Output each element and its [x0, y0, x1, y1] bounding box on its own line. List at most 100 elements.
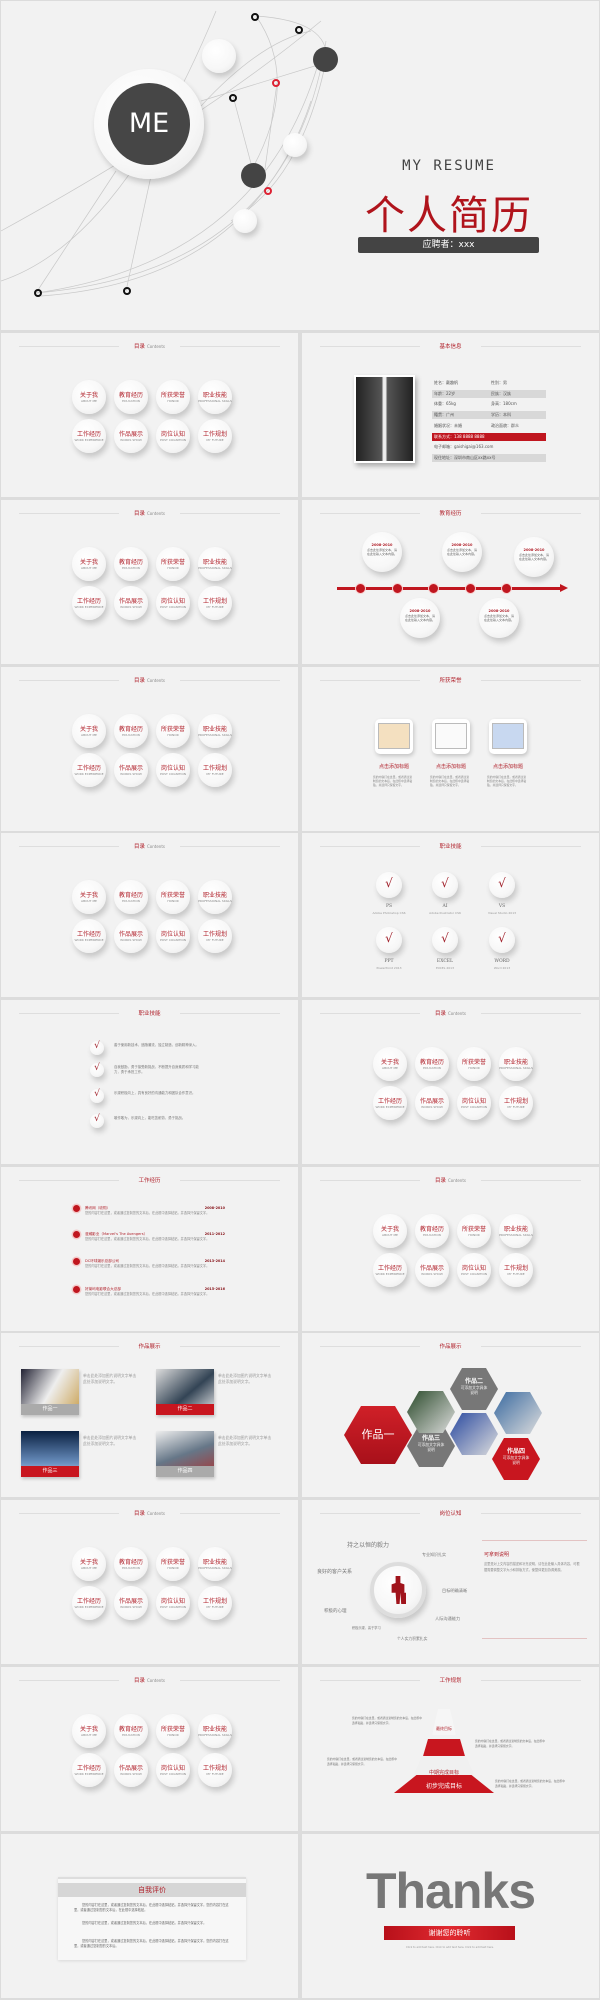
certificate-image[interactable]: [489, 719, 527, 754]
slide-contents[interactable]: 目录 Contents 关于我 ABOUT ME 教育经历 EDUCATION 所获荣誉 H…: [1, 333, 298, 497]
education-item[interactable]: 2008-2010 点击此处添加文本，请在此处输入文本内容。: [442, 532, 482, 572]
slide-contents[interactable]: 目录 Contents 关于我 ABOUT ME 教育经历 EDUCATION 所获荣誉 H…: [302, 1167, 599, 1331]
slide-contents[interactable]: 目录 Contents 关于我 ABOUT ME 教育经历 EDUCATION 所获荣誉 H…: [1, 500, 298, 664]
contents-item-2[interactable]: 教育经历 EDUCATION: [114, 1714, 148, 1748]
contents-item-3[interactable]: 所获荣誉 HONOR: [156, 1547, 190, 1581]
hex-photo[interactable]: [407, 1391, 455, 1433]
contents-item-7[interactable]: 岗位认知 POST COGNITION: [156, 586, 190, 620]
contents-item-5[interactable]: 工作经历 WORK EXPERIENCE: [72, 1753, 106, 1787]
checklist-item[interactable]: √: [90, 1041, 104, 1055]
contents-item-7[interactable]: 岗位认知 POST COGNITION: [156, 419, 190, 453]
contents-item-4[interactable]: 职业技能 PROFESSIONAL SKILLS: [198, 880, 232, 914]
contents-item-4[interactable]: 职业技能 PROFESSIONAL SKILLS: [499, 1047, 533, 1081]
contents-item-2[interactable]: 教育经历 EDUCATION: [114, 380, 148, 414]
slide-self-evaluation[interactable]: 自我评价 您的内容打在这里，或者通过复制您的文本后，在此框中选择粘贴，并选择只保留…: [1, 1834, 298, 1998]
contents-item-2[interactable]: 教育经历 EDUCATION: [114, 880, 148, 914]
contents-item-6[interactable]: 作品展示 WORKS SHOW: [415, 1253, 449, 1287]
contents-item-4[interactable]: 职业技能 PROFESSIONAL SKILLS: [499, 1214, 533, 1248]
contents-item-3[interactable]: 所获荣誉 HONOR: [156, 1714, 190, 1748]
contents-item-8[interactable]: 工作规划 MY FUTURE: [198, 1753, 232, 1787]
contents-item-5[interactable]: 工作经历 WORK EXPERIENCE: [373, 1086, 407, 1120]
contents-item-6[interactable]: 作品展示 WORKS SHOW: [114, 919, 148, 953]
contents-item-1[interactable]: 关于我 ABOUT ME: [72, 1547, 106, 1581]
timeline-dot[interactable]: [355, 583, 366, 594]
checklist-item[interactable]: √: [90, 1089, 104, 1103]
hex-item[interactable]: 作品四 可添加文字具体说明: [492, 1438, 540, 1480]
contents-item-3[interactable]: 所获荣誉 HONOR: [156, 380, 190, 414]
timeline-dot[interactable]: [465, 583, 476, 594]
slide-works-hex[interactable]: 作品展示 作品一 作品二 可添加文字具体说明 作品三 可添加文字具体说明 作品四 可添加文字具…: [302, 1333, 599, 1497]
hex-item[interactable]: 作品二 可添加文字具体说明: [450, 1368, 498, 1410]
contents-item-1[interactable]: 关于我 ABOUT ME: [72, 380, 106, 414]
work-image[interactable]: 作品三: [21, 1431, 79, 1477]
skill-badge[interactable]: √: [489, 872, 515, 898]
contents-item-5[interactable]: 工作经历 WORK EXPERIENCE: [373, 1253, 407, 1287]
checklist-item[interactable]: √: [90, 1114, 104, 1128]
slide-contents[interactable]: 目录 Contents 关于我 ABOUT ME 教育经历 EDUCATION 所获荣誉 H…: [302, 1000, 599, 1164]
contents-item-8[interactable]: 工作规划 MY FUTURE: [198, 419, 232, 453]
contents-item-5[interactable]: 工作经历 WORK EXPERIENCE: [72, 919, 106, 953]
pyramid-level-4[interactable]: 最终目标: [432, 1709, 456, 1735]
contents-item-6[interactable]: 作品展示 WORKS SHOW: [114, 1586, 148, 1620]
slide-post-cognition[interactable]: 岗位认知 持之以恒的毅力 良好的客户关系 专业知识扎实 目标明确清晰 积极的心理 积极乐观、…: [302, 1500, 599, 1664]
contents-item-4[interactable]: 职业技能 PROFESSIONAL SKILLS: [198, 714, 232, 748]
slide-basic-info[interactable]: 基本信息 姓名：戴趣帆 性别：男 年龄：22岁 民族：汉族 体重：65kg 身高：180cm…: [302, 333, 599, 497]
contents-item-4[interactable]: 职业技能 PROFESSIONAL SKILLS: [198, 380, 232, 414]
timeline-dot[interactable]: [501, 583, 512, 594]
contents-item-8[interactable]: 工作规划 MY FUTURE: [198, 919, 232, 953]
contents-item-7[interactable]: 岗位认知 POST COGNITION: [457, 1253, 491, 1287]
contents-item-4[interactable]: 职业技能 PROFESSIONAL SKILLS: [198, 547, 232, 581]
skill-badge[interactable]: √: [489, 927, 515, 953]
skill-badge[interactable]: √: [432, 927, 458, 953]
slide-works[interactable]: 作品展示 作品一 单击此处添加图片说明文字单击此处添加说明文字。 作品二 单击此处添加图…: [1, 1333, 298, 1497]
contents-item-7[interactable]: 岗位认知 POST COGNITION: [156, 753, 190, 787]
education-item[interactable]: 2008-2010 点击此处添加文本，请在此处输入文本内容。: [400, 598, 440, 638]
contents-item-5[interactable]: 工作经历 WORK EXPERIENCE: [72, 1586, 106, 1620]
contents-item-3[interactable]: 所获荣誉 HONOR: [156, 880, 190, 914]
skill-badge[interactable]: √: [432, 872, 458, 898]
contents-item-3[interactable]: 所获荣誉 HONOR: [457, 1047, 491, 1081]
pyramid-level-1[interactable]: 初步完成目标: [394, 1775, 494, 1793]
contents-item-5[interactable]: 工作经历 WORK EXPERIENCE: [72, 753, 106, 787]
hex-photo[interactable]: [450, 1413, 498, 1455]
contents-item-1[interactable]: 关于我 ABOUT ME: [72, 1714, 106, 1748]
hex-main[interactable]: 作品一: [344, 1406, 412, 1464]
education-item[interactable]: 2008-2010 点击此处添加文本，请在此处输入文本内容。: [479, 598, 519, 638]
contents-item-6[interactable]: 作品展示 WORKS SHOW: [415, 1086, 449, 1120]
skill-badge[interactable]: √: [376, 872, 402, 898]
work-image[interactable]: 作品四: [156, 1431, 214, 1477]
contents-item-6[interactable]: 作品展示 WORKS SHOW: [114, 419, 148, 453]
contents-item-3[interactable]: 所获荣誉 HONOR: [156, 547, 190, 581]
contents-item-1[interactable]: 关于我 ABOUT ME: [373, 1047, 407, 1081]
contents-item-2[interactable]: 教育经历 EDUCATION: [114, 1547, 148, 1581]
contents-item-1[interactable]: 关于我 ABOUT ME: [72, 714, 106, 748]
checklist-item[interactable]: √: [90, 1063, 104, 1077]
contents-item-2[interactable]: 教育经历 EDUCATION: [415, 1047, 449, 1081]
contents-item-4[interactable]: 职业技能 PROFESSIONAL SKILLS: [198, 1714, 232, 1748]
contents-item-8[interactable]: 工作规划 MY FUTURE: [499, 1086, 533, 1120]
education-item[interactable]: 2008-2010 点击此处添加文本，请在此处输入文本内容。: [362, 532, 402, 572]
contents-item-8[interactable]: 工作规划 MY FUTURE: [499, 1253, 533, 1287]
slide-thanks[interactable]: Thanks 谢谢您的聆听 Click to add text here. Clic…: [302, 1834, 599, 1998]
contents-item-3[interactable]: 所获荣誉 HONOR: [156, 714, 190, 748]
contents-item-1[interactable]: 关于我 ABOUT ME: [373, 1214, 407, 1248]
contents-item-7[interactable]: 岗位认知 POST COGNITION: [156, 919, 190, 953]
slide-contents[interactable]: 目录 Contents 关于我 ABOUT ME 教育经历 EDUCATION 所获荣誉 H…: [1, 1500, 298, 1664]
slide-skills-list[interactable]: 职业技能 √ 善于使用新技术，追随潮流，独立制造，创新精神深入。 √ 自我鼓励，勇于接受…: [1, 1000, 298, 1164]
slide-honor[interactable]: 所获荣誉 点击添加标题 您的内容打在这里，或者通过复制您的文本后，在此框中选择粘贴，…: [302, 667, 599, 831]
slide-cover[interactable]: ME MY RESUME 个人简历 应聘者：xxx: [1, 1, 599, 330]
contents-item-7[interactable]: 岗位认知 POST COGNITION: [156, 1753, 190, 1787]
contents-item-1[interactable]: 关于我 ABOUT ME: [72, 880, 106, 914]
slide-contents[interactable]: 目录 Contents 关于我 ABOUT ME 教育经历 EDUCATION 所获荣誉 H…: [1, 833, 298, 997]
contents-item-6[interactable]: 作品展示 WORKS SHOW: [114, 1753, 148, 1787]
contents-item-3[interactable]: 所获荣誉 HONOR: [457, 1214, 491, 1248]
contents-item-7[interactable]: 岗位认知 POST COGNITION: [457, 1086, 491, 1120]
slide-plan[interactable]: 工作规划最终目标自我超越中期完成目标初步完成目标您的内容打在这里，或者通过复制您…: [302, 1667, 599, 1831]
contents-item-2[interactable]: 教育经历 EDUCATION: [114, 547, 148, 581]
contents-item-6[interactable]: 作品展示 WORKS SHOW: [114, 753, 148, 787]
contents-item-5[interactable]: 工作经历 WORK EXPERIENCE: [72, 586, 106, 620]
contents-item-8[interactable]: 工作规划 MY FUTURE: [198, 1586, 232, 1620]
education-item[interactable]: 2008-2010 点击此处添加文本，请在此处输入文本内容。: [514, 537, 554, 577]
timeline-dot[interactable]: [428, 583, 439, 594]
contents-item-8[interactable]: 工作规划 MY FUTURE: [198, 753, 232, 787]
